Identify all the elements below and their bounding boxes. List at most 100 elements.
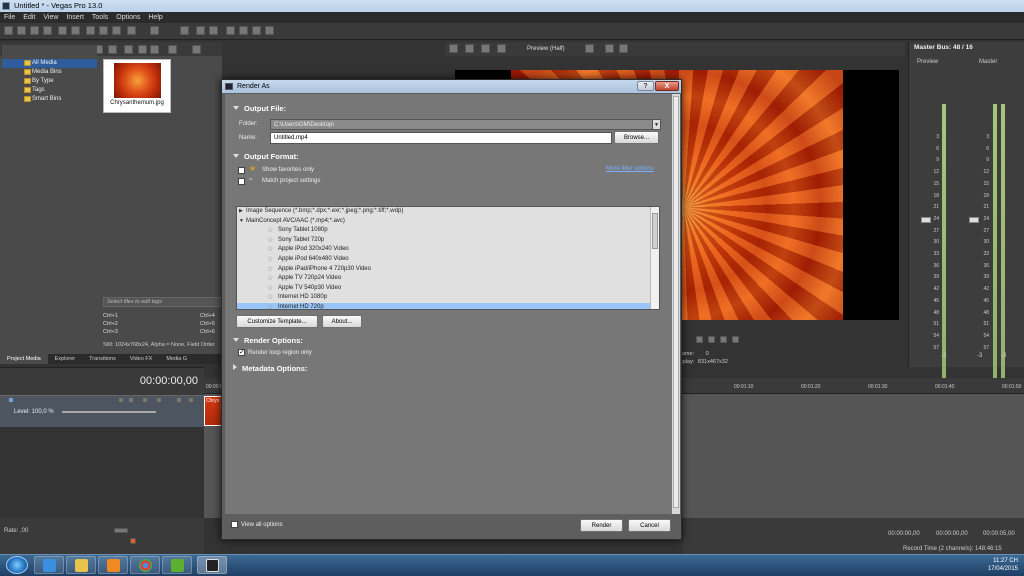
save-as-icon[interactable] [43,26,52,35]
template-item[interactable]: ☆ Apple iPod 320x240 Video [237,245,659,255]
project-properties-icon[interactable] [449,44,458,53]
output-file-section-header[interactable]: Output File: [233,104,286,113]
save-icon[interactable] [30,26,39,35]
properties-icon[interactable] [71,26,80,35]
stop-icon[interactable] [138,45,147,54]
auto-preview-icon[interactable] [150,45,159,54]
format-group-mainconcept-avc[interactable]: ▼ MainConcept AVC/AAC (*.mp4;*.avc) [237,217,659,227]
star-outline-icon[interactable]: ☆ [267,265,273,275]
menu-options[interactable]: Options [112,12,144,23]
normal-edit-tool-icon[interactable] [226,26,235,35]
video-clip[interactable]: Chrys [204,396,222,426]
dialog-scrollbar[interactable] [672,94,680,514]
cut-icon[interactable] [86,26,95,35]
copy-icon[interactable] [99,26,108,35]
zoom-tool-icon[interactable] [265,26,274,35]
filename-input[interactable]: Untitled.mp4 [270,132,612,144]
external-monitor-icon[interactable] [465,44,474,53]
chevron-down-icon[interactable]: ▼ [652,119,661,130]
taskbar-ie[interactable] [34,556,64,574]
taskbar-utorrent[interactable] [162,556,192,574]
tab-transitions[interactable]: Transitions [82,354,123,364]
overlays-icon[interactable] [497,44,506,53]
menu-insert[interactable]: Insert [62,12,88,23]
envelope-tool-icon[interactable] [239,26,248,35]
star-outline-icon[interactable]: ☆ [267,236,273,246]
about-button[interactable]: About... [322,315,362,328]
template-item[interactable]: ☆ Apple TV 720p24 Video [237,274,659,284]
output-format-section-header[interactable]: Output Format: [233,152,299,161]
tree-item-tags[interactable]: Tags [2,86,97,95]
next-frame-icon[interactable] [708,336,715,343]
tab-media-generators[interactable]: Media G [159,354,194,364]
match-project-checkbox[interactable] [238,178,245,185]
template-item[interactable]: ☆ Internet HD 1080p [237,293,659,303]
grid-icon[interactable] [585,44,594,53]
browse-button[interactable]: Browse... [614,131,659,144]
save-snapshot-icon[interactable] [619,44,628,53]
compositing-icon[interactable] [142,397,148,403]
template-item[interactable]: ☆ Sony Tablet 720p [237,236,659,246]
prev-frame-icon[interactable] [696,336,703,343]
new-icon[interactable] [4,26,13,35]
preview-quality-dropdown[interactable]: Preview (Half) [527,44,565,54]
cancel-button[interactable]: Cancel [628,519,671,532]
media-fx-icon[interactable] [108,45,117,54]
star-outline-icon[interactable]: ☆ [267,293,273,303]
folder-combobox[interactable]: C:\Users\GM\Desktop\ [270,119,660,130]
menu-help[interactable]: Help [144,12,166,23]
template-item[interactable]: ☆ Apple iPod 640x480 Video [237,255,659,265]
star-outline-icon[interactable]: ☆ [267,226,273,236]
help-button[interactable]: ? [637,81,654,91]
render-options-section-header[interactable]: Render Options: [233,336,303,345]
metadata-options-section-header[interactable]: Metadata Options: [233,364,307,373]
go-start-icon[interactable] [720,336,727,343]
lock-icon[interactable] [209,26,218,35]
format-template-list[interactable]: ▶ Image Sequence (*.bmp;*.dpx;*.exr;*.jpe… [236,206,660,310]
taskbar-vegas[interactable] [197,556,227,574]
paste-icon[interactable] [112,26,121,35]
search-icon[interactable] [192,45,201,54]
format-group-image-sequence[interactable]: ▶ Image Sequence (*.bmp;*.dpx;*.exr;*.jpe… [237,207,659,217]
template-item-selected[interactable]: ☆ Internet HD 720p [237,302,659,309]
track-level-slider[interactable] [62,411,156,413]
list-scrollbar-thumb[interactable] [652,213,658,249]
track-fx-icon[interactable] [128,397,134,403]
snap-icon[interactable] [180,26,189,35]
copy-snapshot-icon[interactable] [605,44,614,53]
solo-icon[interactable] [188,397,194,403]
views-icon[interactable] [168,45,177,54]
star-outline-icon[interactable]: ☆ [267,284,273,294]
ripple-icon[interactable] [196,26,205,35]
media-thumbnail[interactable]: Chrysanthemum.jpg [103,59,171,113]
tree-item-smart-bins[interactable]: Smart Bins [2,95,97,104]
tree-item-all-media[interactable]: All Media [2,59,97,68]
redo-icon[interactable] [150,26,159,35]
track-motion-icon[interactable] [118,397,124,403]
template-item[interactable]: ☆ Sony Tablet 1080p [237,226,659,236]
menu-tools[interactable]: Tools [88,12,112,23]
undo-icon[interactable] [127,26,136,35]
tags-input[interactable]: Select files to edit tags [103,297,221,307]
tab-video-fx[interactable]: Video FX [123,354,160,364]
track-gear-icon[interactable] [156,397,162,403]
star-outline-icon[interactable]: ☆ [267,255,273,265]
tree-item-media-bins[interactable]: Media Bins [2,68,97,77]
star-outline-icon[interactable]: ☆ [267,303,273,309]
show-favorites-checkbox[interactable] [238,167,245,174]
taskbar-chrome[interactable] [130,556,160,574]
tree-item-by-type[interactable]: By Type [2,77,97,86]
render-button[interactable]: Render [580,519,623,532]
menu-file[interactable]: File [0,12,19,23]
mute-icon[interactable] [176,397,182,403]
dialog-scrollbar-thumb[interactable] [673,96,679,508]
tab-explorer[interactable]: Explorer [48,354,82,364]
selection-tool-icon[interactable] [252,26,261,35]
system-tray-clock[interactable]: 11:27 CH 17/04/2015 [930,557,1024,575]
taskbar-explorer[interactable] [66,556,96,574]
template-item[interactable]: ☆ Apple TV 540p30 Video [237,284,659,294]
open-icon[interactable] [17,26,26,35]
menu-view[interactable]: View [39,12,62,23]
more-filter-options-link[interactable]: More filter options [606,166,654,172]
tab-project-media[interactable]: Project Media [0,354,48,364]
